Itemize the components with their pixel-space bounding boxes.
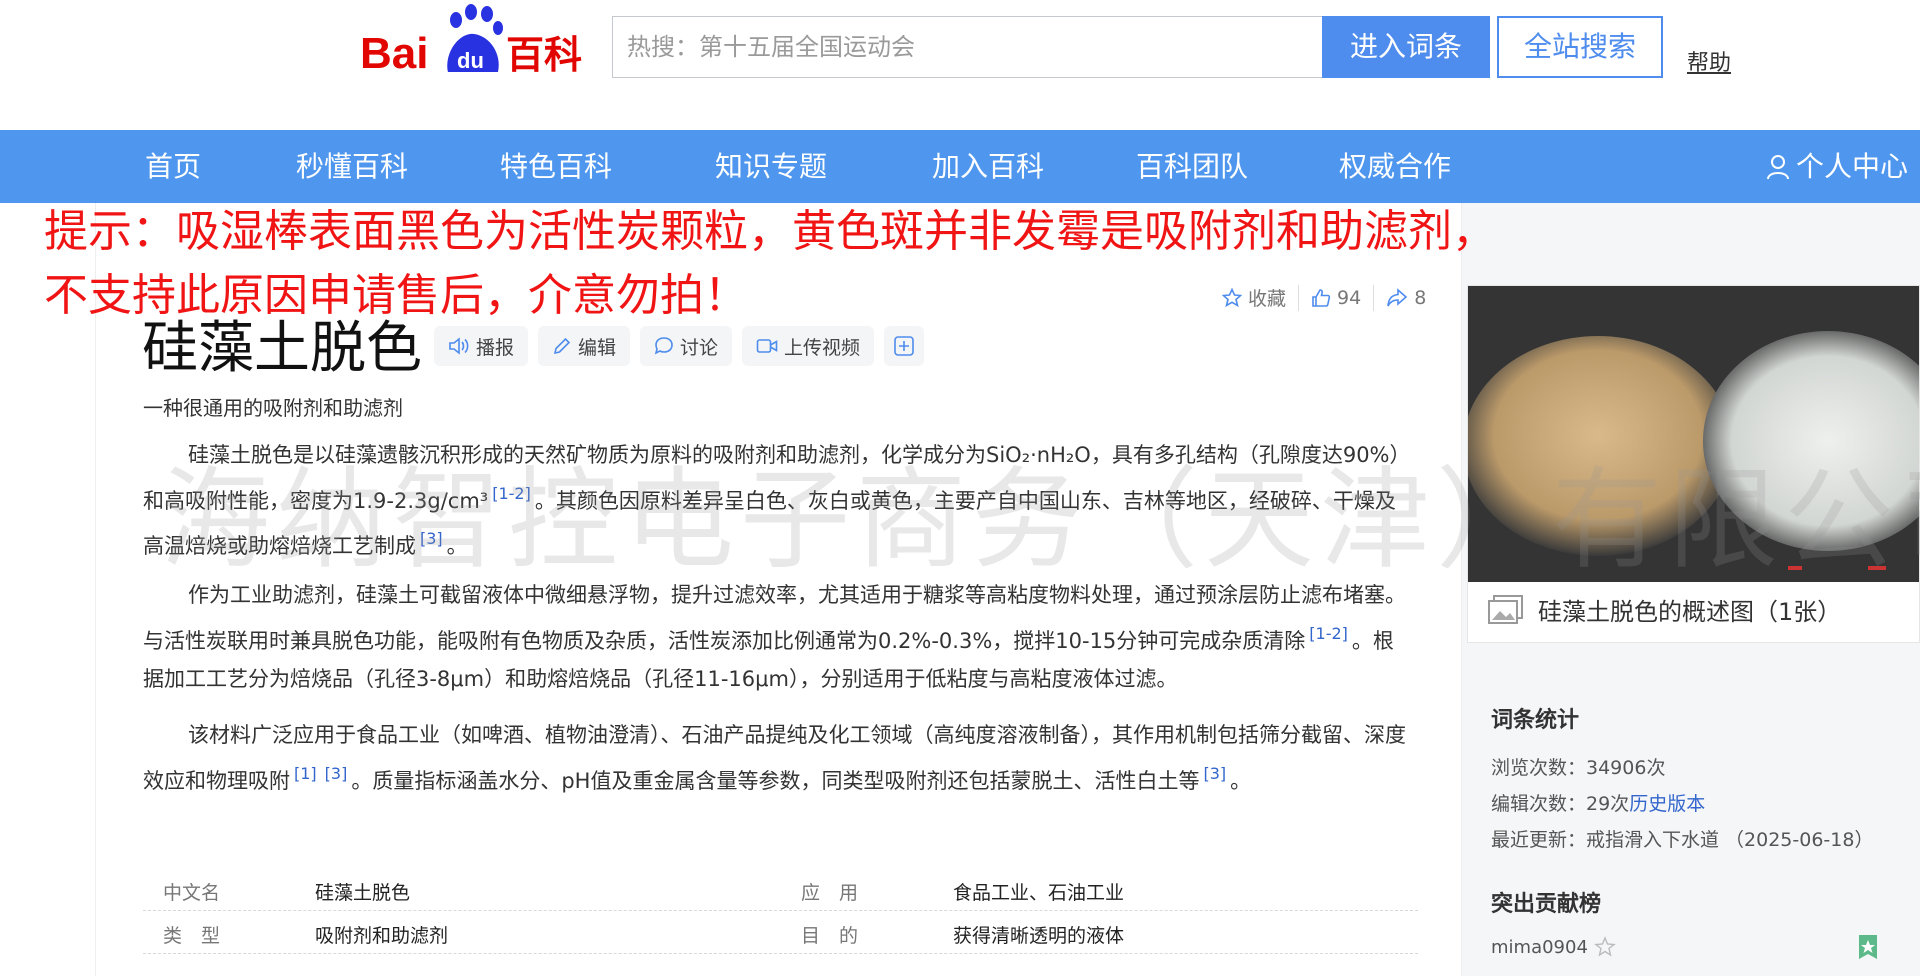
main-nav: 首页 秒懂百科 特色百科 知识专题 加入百科 百科团队 权威合作 个人中心 — [0, 130, 1920, 203]
edit-button[interactable]: 编辑 — [538, 326, 631, 366]
notice-line-1: 提示：吸湿棒表面黑色为活性炭颗粒，黄色斑并非发霉是吸附剂和助滤剂， — [44, 206, 1496, 257]
logo-baike: 百科 — [506, 33, 582, 77]
citation-link[interactable]: [1-2] — [492, 484, 531, 503]
favorite-label: 收藏 — [1248, 288, 1287, 310]
edits-stat: 编辑次数：29次历史版本 — [1491, 789, 1705, 816]
table-row: 类 型 吸附剂和助滤剂 目 的 获得清晰透明的液体 — [143, 911, 1418, 954]
nav-featured[interactable]: 特色百科 — [500, 130, 612, 203]
edit-label: 编辑 — [578, 336, 617, 359]
rank-star-icon — [1594, 936, 1616, 957]
diatomite-powder-photo[interactable] — [1468, 286, 1919, 582]
paragraph-1: 硅藻土脱色是以硅藻遗骸沉积形成的天然矿物质为原料的吸附剂和助滤剂，化学成分为Si… — [143, 436, 1408, 566]
nav-home[interactable]: 首页 — [145, 130, 201, 203]
paragraph-text: 。 — [1230, 768, 1252, 793]
info-value: 硅藻土脱色 — [315, 882, 411, 904]
discuss-label: 讨论 — [680, 336, 719, 359]
album-caption[interactable]: 硅藻土脱色的概述图（1张） — [1488, 592, 1841, 627]
speaker-icon — [449, 337, 469, 355]
basic-info-table: 中文名 硅藻土脱色 应 用 食品工业、石油工业 类 型 吸附剂和助滤剂 目 的 … — [143, 868, 1418, 954]
upload-video-button[interactable]: 上传视频 — [742, 326, 875, 366]
more-tools-button[interactable] — [884, 326, 925, 366]
citation-link[interactable]: [3] — [420, 529, 443, 548]
entry-actions: 收藏 94 8 — [1222, 284, 1426, 311]
help-link[interactable]: 帮助 — [1687, 45, 1731, 77]
logo-bai: Bai — [360, 29, 428, 78]
broadcast-label: 播报 — [476, 336, 515, 359]
share-button[interactable]: 8 — [1386, 287, 1426, 309]
history-version-link[interactable]: 历史版本 — [1629, 793, 1705, 815]
like-button[interactable]: 94 — [1311, 287, 1361, 309]
album-caption-text: 硅藻土脱色的概述图（1张） — [1538, 598, 1842, 626]
share-icon — [1387, 287, 1408, 306]
info-value: 食品工业、石油工业 — [953, 882, 1125, 904]
nav-topics[interactable]: 知识专题 — [715, 130, 827, 203]
paragraph-2: 作为工业助滤剂，硅藻土可截留液体中微细悬浮物，提升过滤效率，尤其适用于糖浆等高粘… — [143, 576, 1408, 699]
info-value: 吸附剂和助滤剂 — [315, 925, 449, 947]
share-count: 8 — [1414, 286, 1427, 309]
paragraph-text: 。质量指标涵盖水分、pH值及重金属含量等参数，同类型吸附剂还包括蒙脱土、活性白土… — [351, 768, 1200, 793]
citation-link[interactable]: [3] — [1203, 764, 1226, 783]
nav-cooperation[interactable]: 权威合作 — [1339, 130, 1451, 203]
plus-square-icon — [894, 336, 914, 356]
paragraph-text: 作为工业助滤剂，硅藻土可截留液体中微细悬浮物，提升过滤效率，尤其适用于糖浆等高粘… — [143, 583, 1406, 653]
entry-stats-title: 词条统计 — [1491, 708, 1580, 733]
broadcast-button[interactable]: 播报 — [434, 326, 529, 366]
paragraph-text: 。 — [446, 534, 468, 558]
article-toolbar: 播报 编辑 讨论 上传视频 — [434, 326, 925, 366]
chat-bubble-icon — [654, 337, 673, 355]
info-label: 目 的 — [801, 925, 859, 947]
upload-video-label: 上传视频 — [784, 336, 861, 359]
nav-user-center[interactable]: 个人中心 — [1766, 130, 1908, 203]
views-stat: 浏览次数：34906次 — [1491, 757, 1666, 779]
nav-miaodong[interactable]: 秒懂百科 — [296, 130, 408, 203]
search-input[interactable]: 热搜：第十五届全国运动会 — [612, 16, 1322, 78]
enter-entry-button[interactable]: 进入词条 — [1322, 16, 1490, 78]
discuss-button[interactable]: 讨论 — [640, 326, 733, 366]
divider — [1373, 284, 1375, 311]
paragraph-3: 该材料广泛应用于食品工业（如啤酒、植物油澄清）、石油产品提纯及化工领域（高纯度溶… — [143, 716, 1408, 800]
video-camera-icon — [756, 339, 778, 353]
article-subtitle: 一种很通用的吸附剂和助滤剂 — [143, 396, 403, 420]
contributor-item[interactable]: mima0904 — [1491, 936, 1616, 958]
image-gallery-icon — [1488, 594, 1523, 624]
nav-team[interactable]: 百科团队 — [1136, 130, 1248, 203]
thumbs-up-icon — [1312, 288, 1331, 307]
user-icon — [1766, 154, 1789, 179]
star-icon — [1222, 287, 1242, 307]
last-update-stat: 最近更新：戒指滑入下水道 （2025-06-18） — [1491, 829, 1874, 851]
citation-link[interactable]: [1] — [294, 764, 317, 783]
like-count: 94 — [1337, 286, 1362, 309]
overview-album[interactable]: 硅藻土脱色的概述图（1张） — [1467, 285, 1920, 643]
favorite-button[interactable]: 收藏 — [1222, 284, 1286, 311]
citation-link[interactable]: [3] — [325, 764, 348, 783]
info-value: 获得清晰透明的液体 — [953, 925, 1125, 947]
page-title: 硅藻土脱色 — [142, 316, 422, 381]
contributor-name: mima0904 — [1491, 936, 1588, 958]
site-search-button[interactable]: 全站搜索 — [1497, 16, 1663, 78]
logo-du: du — [457, 48, 484, 73]
user-center-label: 个人中心 — [1795, 150, 1908, 183]
citation-link[interactable]: [1-2] — [1309, 624, 1348, 643]
table-row: 中文名 硅藻土脱色 应 用 食品工业、石油工业 — [143, 868, 1418, 911]
info-label: 类 型 — [163, 925, 221, 947]
baidu-baike-logo[interactable]: Bai du 百科 — [360, 2, 592, 78]
edits-count: 编辑次数：29次 — [1491, 793, 1630, 815]
info-label: 应 用 — [801, 882, 859, 904]
nav-join[interactable]: 加入百科 — [932, 130, 1044, 203]
pencil-icon — [553, 337, 571, 355]
info-label: 中文名 — [163, 882, 221, 904]
contributors-title: 突出贡献榜 — [1491, 892, 1602, 917]
contributor-badge-icon — [1858, 934, 1878, 964]
divider — [1298, 284, 1300, 311]
